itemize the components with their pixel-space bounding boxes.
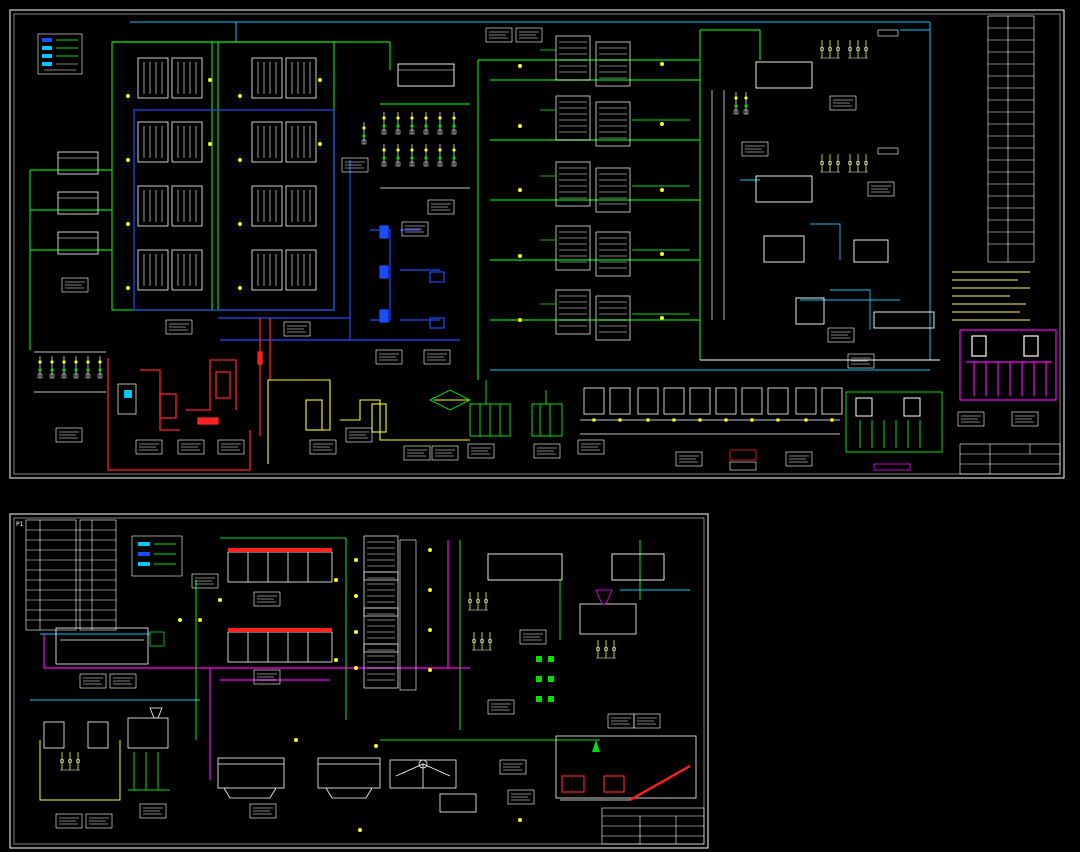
right-mid-labels [827,327,875,369]
sheet-bottom: P1 [9,513,709,849]
yellow-chemical-lines [267,379,470,464]
notes-block [952,271,1030,321]
legend-table-bottom [25,519,183,631]
legend-colors-bottom [138,542,176,566]
dosing-unit-labels [675,449,813,471]
red-header-2 [228,628,332,632]
right-mid-process [700,223,940,361]
filter-bank-left [126,57,322,291]
red-area-labels [124,390,245,455]
green-dosing-pumps [536,656,554,702]
red-header-1 [228,548,332,552]
right-bottom-labels [957,411,1039,427]
sludge-tank-bottom [611,553,665,581]
top-center-tank [397,63,455,87]
clarifier [389,759,477,813]
membrane-stack-bottom [354,535,432,691]
green-pipe-network-top [29,29,761,380]
pump-row-left [34,351,106,443]
dosing-unit-row [580,387,843,435]
green-reactor-packs [428,380,563,437]
title-block-top [959,443,1061,475]
reactor-pack-labels [467,439,605,459]
left-tanks [57,151,99,293]
sheet-top [9,9,1065,479]
left-yellow-tanks [39,721,121,829]
green-pipe-network-bottom [195,537,641,741]
clear-water-tank-bottom [487,553,563,581]
inlet-basin [55,627,165,665]
valve-group-center [361,111,470,189]
left-green-tanks [127,707,170,819]
center-bottom-labels [165,157,459,461]
chemical-prep-unit [579,589,661,729]
bottom-basins [217,757,381,799]
cyan-pipe-network-bottom [30,589,690,701]
legend-table-right [987,15,1035,263]
green-tank-group [845,391,943,453]
filter-units-bottom [227,551,333,663]
sludge-dewatering [555,735,697,802]
blue-pipe-network-top [133,109,460,341]
magenta-system [959,329,1057,401]
legend-top-left [37,33,83,75]
magenta-tag-bottom [873,463,911,471]
membrane-train-rows [485,27,690,341]
sheet-marker: P1 [16,521,24,528]
title-block-bottom [601,807,705,845]
right-upper-tanks [711,29,899,320]
drawing-canvas: P1 [9,9,1065,849]
